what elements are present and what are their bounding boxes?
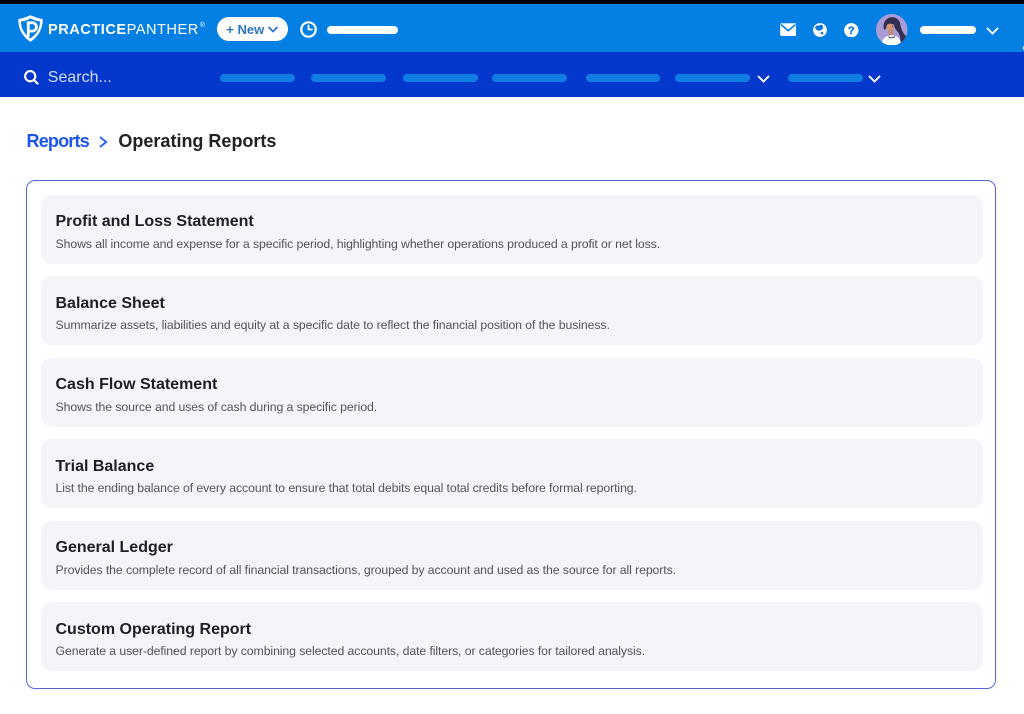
- svg-text:?: ?: [848, 25, 855, 37]
